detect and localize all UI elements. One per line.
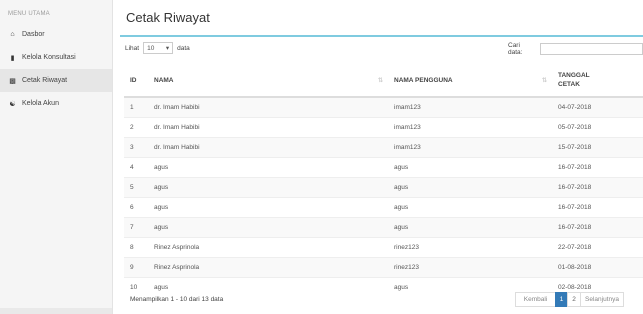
cell-tanggal: 16-07-2018 xyxy=(552,157,643,178)
search-input[interactable] xyxy=(540,43,643,55)
header-nama-pengguna[interactable]: NAMA PENGGUNA ⇅ xyxy=(388,64,552,98)
cell-tanggal: 05-07-2018 xyxy=(552,117,643,138)
show-suffix: data xyxy=(177,44,190,52)
page-title: Cetak Riwayat xyxy=(126,10,210,25)
search-control: Cari data: xyxy=(508,42,643,56)
cell-tanggal: 01-08-2018 xyxy=(552,257,643,278)
table-row: 3 dr. Imam Habibi imam123 15-07-2018 xyxy=(124,137,643,158)
cell-nama: agus xyxy=(148,217,388,238)
history-table: ID NAMA ⇅ NAMA PENGGUNA ⇅ TANGGAL CETAK … xyxy=(124,64,643,297)
table-row: 7 agus agus 16-07-2018 xyxy=(124,217,643,238)
cell-pengguna: agus xyxy=(388,177,552,198)
table-info: Menampilkan 1 - 10 dari 13 data xyxy=(130,296,224,303)
cell-tanggal: 04-07-2018 xyxy=(552,96,643,118)
table-row: 5 agus agus 16-07-2018 xyxy=(124,177,643,198)
title-divider xyxy=(120,35,643,37)
cell-id: 1 xyxy=(124,96,148,118)
cell-tanggal: 16-07-2018 xyxy=(552,217,643,238)
sidebar-item-cetak-riwayat[interactable]: ▩ Cetak Riwayat xyxy=(0,69,112,92)
cell-id: 8 xyxy=(124,237,148,258)
table-row: 1 dr. Imam Habibi imam123 04-07-2018 xyxy=(124,96,643,118)
cell-pengguna: imam123 xyxy=(388,96,552,118)
cell-nama: Rinez Asprinola xyxy=(148,257,388,278)
cell-id: 2 xyxy=(124,117,148,138)
next-page-button[interactable]: Selanjutnya xyxy=(580,292,624,307)
sidebar-item-dasbor[interactable]: ⌂ Dasbor xyxy=(0,23,112,46)
cell-nama: agus xyxy=(148,157,388,178)
page-length-select[interactable]: 10 ▾ xyxy=(143,42,174,54)
header-nama[interactable]: NAMA ⇅ xyxy=(148,64,388,98)
book-icon: ▮ xyxy=(10,54,15,62)
cell-pengguna: rinez123 xyxy=(388,237,552,258)
cell-id: 5 xyxy=(124,177,148,198)
sidebar-item-kelola-konsultasi[interactable]: ▮ Kelola Konsultasi xyxy=(0,46,112,69)
cell-tanggal: 16-07-2018 xyxy=(552,177,643,198)
header-tanggal-cetak[interactable]: TANGGAL CETAK xyxy=(552,64,643,98)
sidebar-item-label: Dasbor xyxy=(22,31,45,38)
cell-tanggal: 22-07-2018 xyxy=(552,237,643,258)
sort-icon: ⇅ xyxy=(377,78,383,84)
cell-pengguna: rinez123 xyxy=(388,257,552,278)
table-header-row: ID NAMA ⇅ NAMA PENGGUNA ⇅ TANGGAL CETAK xyxy=(124,64,643,98)
sidebar-item-kelola-akun[interactable]: ☯ Kelola Akun xyxy=(0,92,112,115)
main-content: Cetak Riwayat Lihat 10 ▾ data Cari data:… xyxy=(120,0,643,314)
table-row: 9 Rinez Asprinola rinez123 01-08-2018 xyxy=(124,257,643,278)
header-id[interactable]: ID xyxy=(124,64,148,98)
cell-nama: dr. Imam Habibi xyxy=(148,117,388,138)
cell-nama: dr. Imam Habibi xyxy=(148,137,388,158)
search-label: Cari data: xyxy=(508,42,523,56)
sidebar-item-label: Cetak Riwayat xyxy=(22,77,68,84)
header-tanggal-label: TANGGAL CETAK xyxy=(558,72,590,88)
cell-tanggal: 15-07-2018 xyxy=(552,137,643,158)
table-row: 8 Rinez Asprinola rinez123 22-07-2018 xyxy=(124,237,643,258)
page-button-2[interactable]: 2 xyxy=(567,292,581,307)
cell-pengguna: imam123 xyxy=(388,117,552,138)
cell-pengguna: agus xyxy=(388,217,552,238)
cell-id: 3 xyxy=(124,137,148,158)
home-icon: ⌂ xyxy=(10,31,15,38)
cell-nama: dr. Imam Habibi xyxy=(148,96,388,118)
prev-page-button[interactable]: Kembali xyxy=(515,292,556,307)
cell-nama: agus xyxy=(148,177,388,198)
cell-id: 9 xyxy=(124,257,148,278)
sidebar-item-label: Kelola Konsultasi xyxy=(22,54,76,61)
cell-pengguna: imam123 xyxy=(388,137,552,158)
cell-id: 7 xyxy=(124,217,148,238)
table-row: 6 agus agus 16-07-2018 xyxy=(124,197,643,218)
show-label: Lihat xyxy=(125,44,140,52)
sidebar-item-label: Kelola Akun xyxy=(22,100,59,107)
table-body: 1 dr. Imam Habibi imam123 04-07-2018 2 dr. Im… xyxy=(124,96,643,297)
chevron-down-icon: ▾ xyxy=(165,45,170,52)
pagination: Kembali 1 2 Selanjutnya xyxy=(515,292,624,307)
page-length-value: 10 xyxy=(147,44,155,52)
header-nama-label: NAMA xyxy=(154,76,174,84)
table-row: 2 dr. Imam Habibi imam123 05-07-2018 xyxy=(124,117,643,138)
sort-icon: ⇅ xyxy=(541,78,547,84)
print-icon: ▩ xyxy=(9,77,16,85)
cell-nama: Rinez Asprinola xyxy=(148,237,388,258)
cell-tanggal: 16-07-2018 xyxy=(552,197,643,218)
cell-nama: agus xyxy=(148,277,388,297)
header-pengguna-label: NAMA PENGGUNA xyxy=(394,76,453,84)
cell-id: 10 xyxy=(124,277,148,297)
sidebar: MENU UTAMA ⌂ Dasbor ▮ Kelola Konsultasi … xyxy=(0,0,113,314)
users-icon: ☯ xyxy=(9,100,16,108)
page-length-control: Lihat 10 ▾ data xyxy=(125,42,190,54)
sidebar-footer xyxy=(0,308,112,314)
cell-id: 4 xyxy=(124,157,148,178)
cell-nama: agus xyxy=(148,197,388,218)
menu-header: MENU UTAMA xyxy=(8,11,50,17)
cell-id: 6 xyxy=(124,197,148,218)
table-row: 4 agus agus 16-07-2018 xyxy=(124,157,643,178)
cell-pengguna: agus xyxy=(388,157,552,178)
cell-pengguna: agus xyxy=(388,197,552,218)
